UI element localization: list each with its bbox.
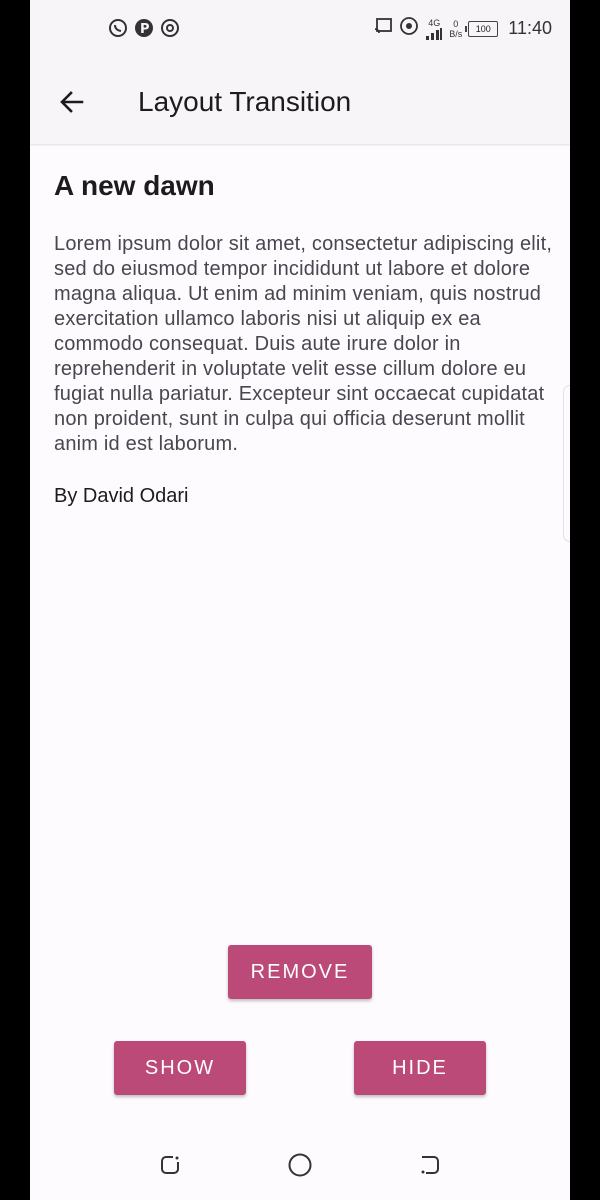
back-icon[interactable] xyxy=(415,1150,445,1180)
status-left-icons: P xyxy=(108,18,180,38)
article: A new dawn Lorem ipsum dolor sit amet, c… xyxy=(54,170,554,508)
battery-level: 100 xyxy=(475,23,491,34)
back-button[interactable] xyxy=(52,82,92,122)
hide-button[interactable]: HIDE xyxy=(354,1041,486,1095)
home-icon[interactable] xyxy=(285,1150,315,1180)
remove-button[interactable]: REMOVE xyxy=(228,945,372,999)
recents-icon[interactable] xyxy=(155,1150,185,1180)
signal-icon: 4G xyxy=(425,18,443,40)
network-type: 4G xyxy=(428,17,441,28)
edge-panel-handle[interactable] xyxy=(563,385,570,542)
article-author: By David Odari xyxy=(54,485,189,507)
app-bar: Layout Transition xyxy=(30,60,570,144)
show-button[interactable]: SHOW xyxy=(114,1041,246,1095)
screen: P 4G 0 B/s 100 11:40 Layout Transition A… xyxy=(30,0,570,1200)
wifi-hotspot-icon xyxy=(399,16,419,41)
status-time: 11:40 xyxy=(508,18,552,38)
status-right-icons: 4G 0 B/s 100 11:40 xyxy=(373,16,552,41)
article-body: Lorem ipsum dolor sit amet, consectetur … xyxy=(54,233,553,455)
p-icon: P xyxy=(134,18,154,38)
svg-text:P: P xyxy=(140,22,150,37)
arrow-back-icon xyxy=(60,91,84,113)
net-speed: 0 B/s xyxy=(449,19,462,39)
status-bar: P 4G 0 B/s 100 11:40 xyxy=(30,0,570,60)
net-speed-unit: B/s xyxy=(449,28,463,39)
hotspot-icon xyxy=(160,18,180,38)
cast-icon xyxy=(373,17,393,40)
net-speed-value: 0 xyxy=(453,18,459,29)
page-title: Layout Transition xyxy=(138,86,352,117)
article-headline: A new dawn xyxy=(54,170,215,201)
whatsapp-icon xyxy=(108,18,128,38)
system-nav-bar xyxy=(30,1130,570,1200)
battery-icon: 100 xyxy=(465,20,499,37)
